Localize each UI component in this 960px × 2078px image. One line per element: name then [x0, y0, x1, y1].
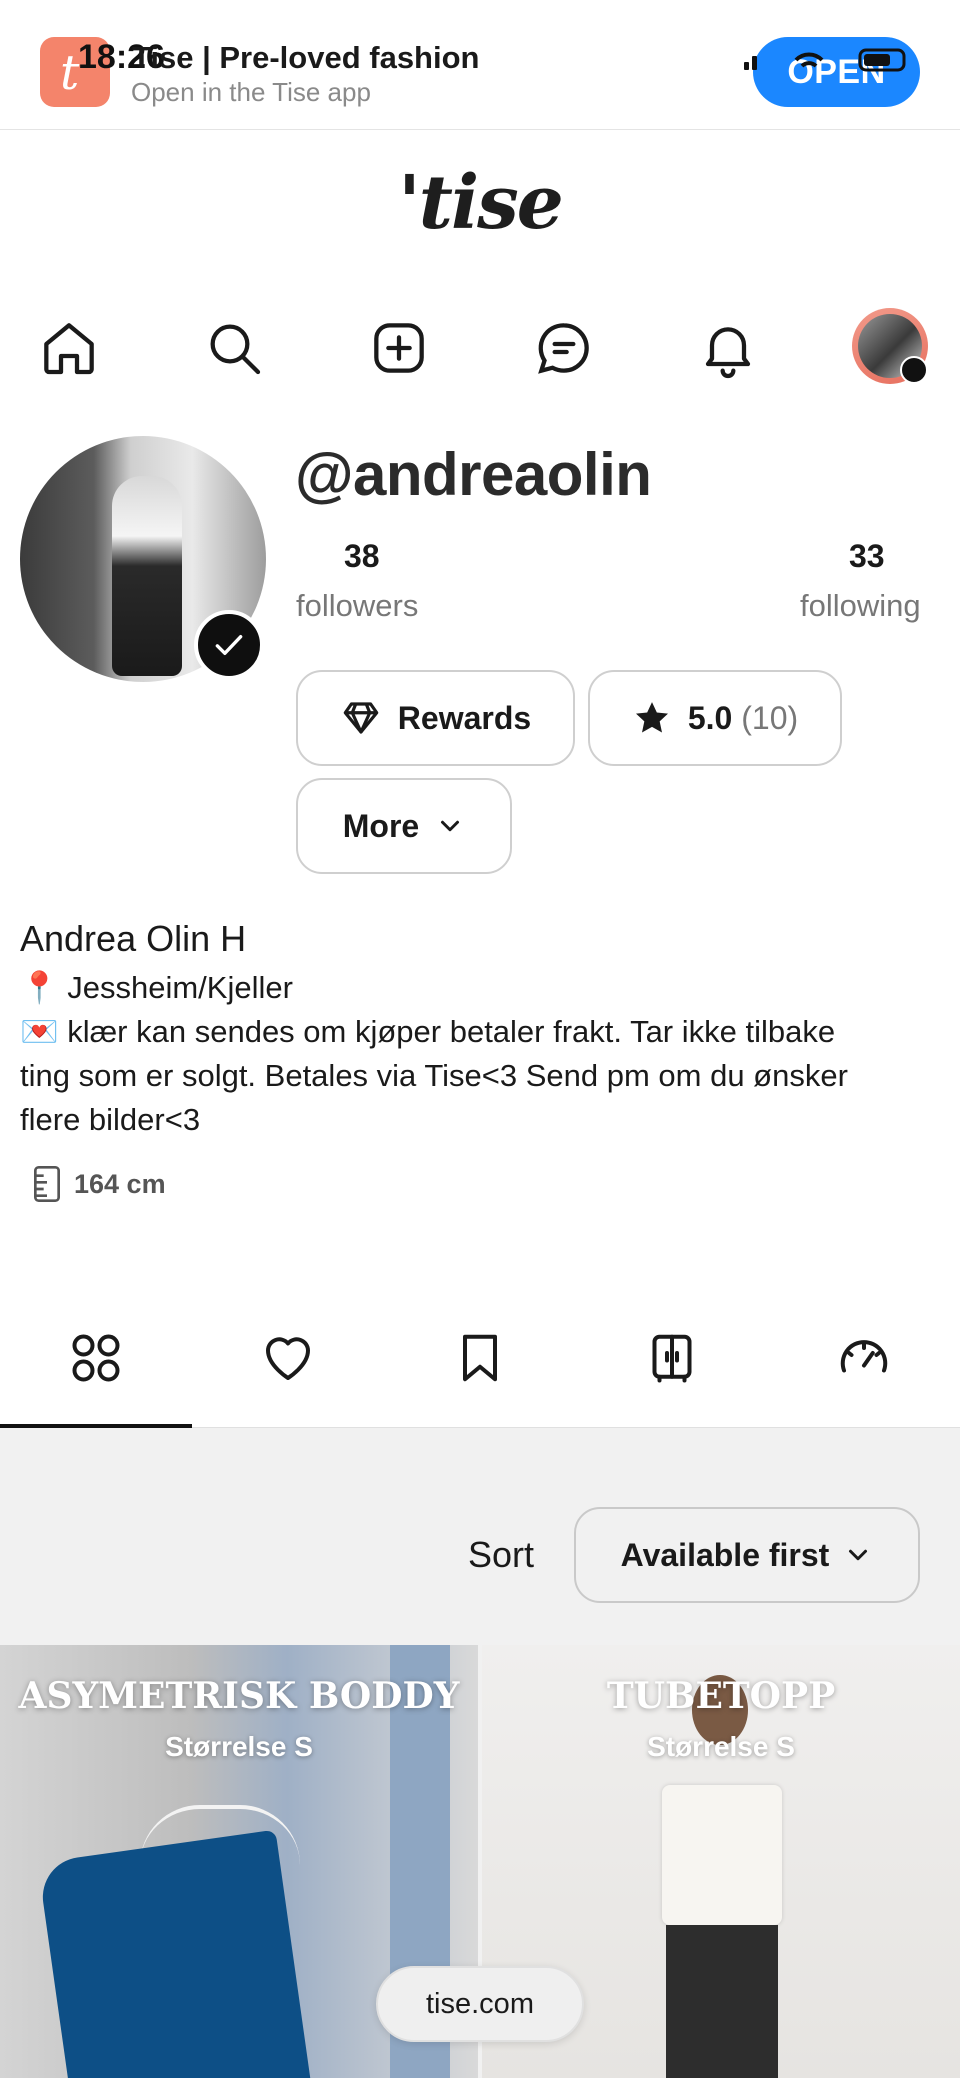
more-button[interactable]: More	[296, 778, 512, 874]
verified-check-icon	[900, 356, 928, 384]
star-icon	[635, 702, 668, 733]
pin-icon: 📍	[20, 970, 59, 1005]
sort-label: Sort	[468, 1534, 535, 1575]
url-chip[interactable]: tise.com	[376, 1966, 584, 2042]
add-icon[interactable]	[361, 310, 437, 386]
rating-value: 5.0	[687, 699, 733, 736]
rewards-label: Rewards	[397, 699, 532, 736]
height-value: 164 cm	[74, 1168, 166, 1199]
diamond-icon	[343, 702, 379, 734]
tab-wardrobe[interactable]	[624, 1310, 720, 1406]
chevron-down-icon	[849, 1549, 868, 1561]
full-name: Andrea Olin H	[20, 918, 247, 959]
location-line: 📍 Jessheim/Kjeller	[20, 966, 940, 1010]
banner-subtitle: Open in the Tise app	[131, 77, 371, 107]
tab-saved[interactable]	[432, 1310, 528, 1406]
product-image	[37, 1829, 315, 2078]
main-nav	[0, 300, 960, 396]
gauge-icon	[840, 1340, 888, 1373]
tab-listings[interactable]	[48, 1310, 144, 1406]
listing-size: Størrelse S	[647, 1731, 795, 1762]
rating-count: (10)	[741, 699, 799, 736]
bio-line-1: 💌 klær kan sendes om kjøper betaler frak…	[20, 1014, 836, 1049]
more-label: More	[342, 807, 420, 844]
following-count[interactable]: 33	[849, 538, 885, 575]
profile-avatar-nav[interactable]	[852, 308, 928, 384]
following-label[interactable]: following	[800, 588, 921, 624]
listing-size: Størrelse S	[165, 1731, 313, 1762]
home-icon[interactable]	[31, 310, 107, 386]
followers-label[interactable]: followers	[296, 588, 418, 624]
heart-icon	[266, 1337, 310, 1380]
verified-check-icon	[194, 610, 264, 680]
profile-handle: @andreaolin	[295, 441, 652, 508]
search-icon[interactable]	[196, 310, 272, 386]
sort-value: Available first	[620, 1536, 830, 1573]
status-icons	[744, 48, 906, 72]
chevron-down-icon	[441, 820, 460, 832]
listing-title: TUBETOPP	[606, 1675, 836, 1717]
rating-button[interactable]: 5.0 (10)	[588, 670, 842, 766]
bell-icon[interactable]	[690, 310, 766, 386]
rewards-button[interactable]: Rewards	[296, 670, 575, 766]
profile-tabs	[0, 1290, 960, 1428]
location-text: Jessheim/Kjeller	[67, 970, 293, 1005]
tise-logo[interactable]: 'tise	[0, 160, 960, 246]
app-banner: t 18:26 Tise | Pre-loved fashion Open in…	[0, 0, 960, 130]
bio-line-3: flere bilder<3	[20, 1102, 201, 1137]
ruler-icon	[34, 1166, 60, 1202]
listing-title: ASYMETRISK BODDY	[18, 1675, 460, 1717]
bio-line-2: ting som er solgt. Betales via Tise<3 Se…	[20, 1058, 848, 1093]
sort-dropdown[interactable]: Available first	[574, 1507, 920, 1603]
followers-count[interactable]: 38	[344, 538, 380, 575]
tab-likes[interactable]	[240, 1310, 336, 1406]
height-row: 164 cm	[30, 1164, 166, 1204]
banner-title: Tise | Pre-loved fashion	[132, 40, 480, 75]
tab-stats[interactable]	[816, 1310, 912, 1406]
grid-icon	[72, 1334, 120, 1382]
bookmark-icon	[463, 1334, 497, 1382]
chat-icon[interactable]	[526, 310, 602, 386]
heart-letter-icon: 💌	[20, 1014, 59, 1049]
wardrobe-icon	[652, 1334, 692, 1383]
